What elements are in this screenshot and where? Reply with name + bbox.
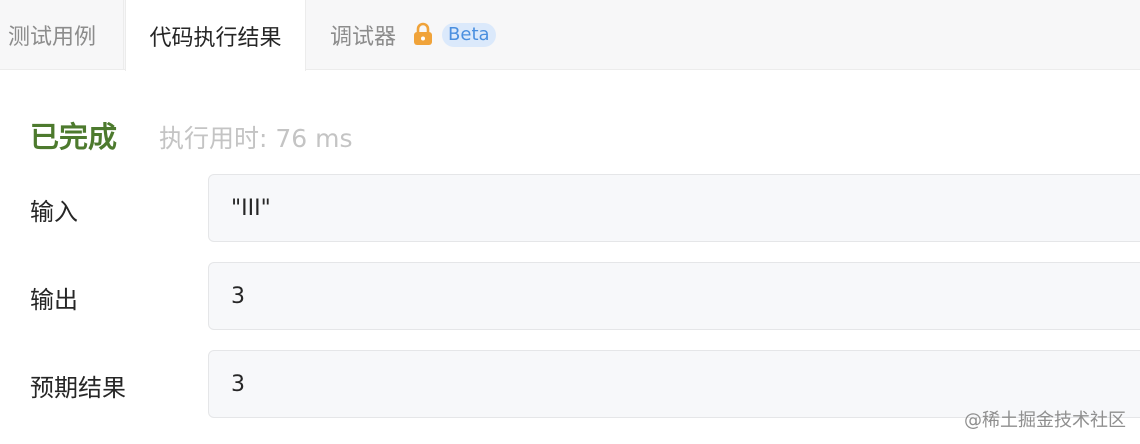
tab-debugger[interactable]: 调试器 Beta [330, 0, 496, 70]
tab-label: 代码执行结果 [149, 25, 282, 51]
input-value: "III" [231, 195, 271, 221]
output-value: 3 [231, 283, 245, 309]
output-label: 输出 [30, 286, 78, 314]
input-value-box[interactable]: "III" [208, 174, 1140, 242]
tab-bar: 测试用例 代码执行结果 调试器 Beta [0, 0, 1140, 71]
execution-status: 已完成 执行用时: 76 ms [30, 114, 353, 156]
output-value-box[interactable]: 3 [208, 262, 1140, 330]
watermark: @稀土掘金技术社区 [964, 410, 1126, 431]
status-completed: 已完成 [30, 120, 118, 154]
lock-icon [412, 22, 434, 46]
expected-label: 预期结果 [30, 374, 126, 402]
tab-label: 调试器 [330, 25, 397, 50]
tab-label: 测试用例 [8, 25, 97, 50]
execution-time: 执行用时: 76 ms [159, 124, 353, 153]
tab-test-cases[interactable]: 测试用例 [0, 0, 124, 70]
beta-badge: Beta [442, 23, 496, 47]
expected-value: 3 [231, 371, 245, 397]
input-label: 输入 [30, 198, 78, 226]
tab-code-result[interactable]: 代码执行结果 [125, 0, 306, 71]
